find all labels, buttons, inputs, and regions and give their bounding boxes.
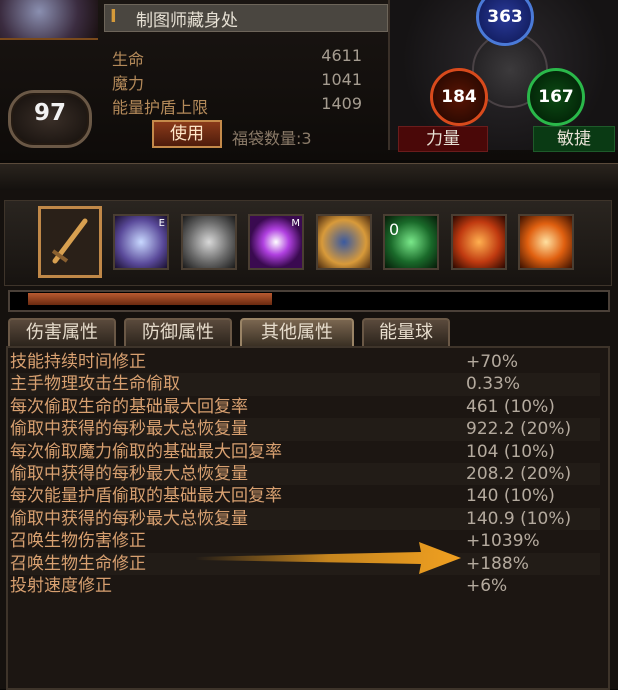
eye-icon[interactable]: M <box>248 214 304 270</box>
attribute-row: 偷取中获得的每秒最大总恢复量 208.2 (20%) <box>10 463 600 486</box>
attribute-value: 208.2 (20%) <box>466 464 572 484</box>
area-title: 制图师藏身处 <box>136 11 238 31</box>
sword-icon <box>51 218 88 264</box>
attribute-label: 偷取中获得的每秒最大总恢复量 <box>10 508 248 529</box>
stat-label: 能量护盾上限 <box>112 98 209 117</box>
attribute-label: 召唤生物伤害修正 <box>10 531 146 552</box>
flame-spirit-icon[interactable] <box>518 214 574 270</box>
attribute-row: 每次偷取魔力偷取的基础最大回复率 104 (10%) <box>10 441 600 463</box>
skill-badge: 0 <box>389 220 400 239</box>
attribute-label: 召唤生物生命修正 <box>10 553 146 574</box>
tab-other[interactable]: 其他属性 <box>240 318 354 346</box>
dexterity-orb[interactable]: 167 <box>527 68 585 126</box>
skill-badge: M <box>291 218 300 229</box>
stat-energy-shield: 能量护盾上限 1409 <box>112 94 362 117</box>
attribute-value: +70% <box>466 352 519 372</box>
character-portrait[interactable] <box>0 0 98 40</box>
bag-count: 福袋数量:3 <box>232 129 312 148</box>
attribute-label: 每次偷取魔力偷取的基础最大回复率 <box>10 441 282 462</box>
attribute-value: +1039% <box>466 531 540 552</box>
attribute-value: 104 (10%) <box>466 441 555 462</box>
stat-value: 1409 <box>321 94 362 113</box>
attribute-row: 投射速度修正 +6% <box>10 575 600 597</box>
skeleton-mage-icon[interactable]: E <box>113 214 169 270</box>
attribute-row: 技能持续时间修正 +70% <box>10 351 600 373</box>
skill-badge: E <box>158 218 165 229</box>
attribute-value: +6% <box>466 576 508 596</box>
attribute-label: 每次偷取生命的基础最大回复率 <box>10 396 248 417</box>
attribute-value: 140.9 (10%) <box>466 508 572 529</box>
ornate-divider <box>0 163 618 191</box>
dexterity-label: 敏捷 <box>533 126 615 152</box>
title-marker-icon: I <box>110 6 117 27</box>
zombie-icon[interactable] <box>181 214 237 270</box>
stat-label: 生命 <box>112 50 145 69</box>
attribute-row: 偷取中获得的每秒最大总恢复量 140.9 (10%) <box>10 507 600 531</box>
strength-orb[interactable]: 184 <box>430 68 488 126</box>
tab-energy-orb[interactable]: 能量球 <box>362 318 450 346</box>
attribute-row: 每次偷取生命的基础最大回复率 461 (10%) <box>10 396 600 418</box>
attribute-label: 偷取中获得的每秒最大总恢复量 <box>10 464 248 484</box>
attribute-label: 技能持续时间修正 <box>10 352 146 372</box>
arrow-annotation-icon <box>195 542 461 574</box>
attribute-label: 偷取中获得的每秒最大总恢复量 <box>10 419 248 440</box>
experience-fill <box>28 293 272 305</box>
stat-mana: 魔力 1041 <box>112 70 362 93</box>
stat-life: 生命 4611 <box>112 46 362 69</box>
use-button[interactable]: 使用 <box>152 120 222 148</box>
attribute-row: 每次能量护盾偷取的基础最大回复率 140 (10%) <box>10 485 600 507</box>
attribute-row: 主手物理攻击生命偷取 0.33% <box>10 373 600 396</box>
attribute-label: 每次能量护盾偷取的基础最大回复率 <box>10 486 282 507</box>
attribute-label: 主手物理攻击生命偷取 <box>10 374 180 395</box>
fire-golem-icon[interactable] <box>451 214 507 270</box>
strength-label: 力量 <box>398 126 488 152</box>
stat-label: 魔力 <box>112 74 145 93</box>
attribute-value: 0.33% <box>466 374 521 395</box>
spectre-icon[interactable]: 0 <box>383 214 439 270</box>
tab-defense[interactable]: 防御属性 <box>124 318 232 346</box>
tab-damage[interactable]: 伤害属性 <box>8 318 116 346</box>
attribute-value: 140 (10%) <box>466 486 555 507</box>
fist-icon[interactable] <box>316 214 372 270</box>
stat-value: 4611 <box>321 46 362 65</box>
attribute-value: 461 (10%) <box>466 396 555 417</box>
attribute-label: 投射速度修正 <box>10 576 112 596</box>
attribute-value: 922.2 (20%) <box>466 419 572 440</box>
selected-skill-frame[interactable] <box>38 206 102 278</box>
character-level: 97 <box>33 100 66 126</box>
attribute-row: 偷取中获得的每秒最大总恢复量 922.2 (20%) <box>10 418 600 441</box>
stat-value: 1041 <box>321 70 362 89</box>
attribute-value: +188% <box>466 553 529 574</box>
